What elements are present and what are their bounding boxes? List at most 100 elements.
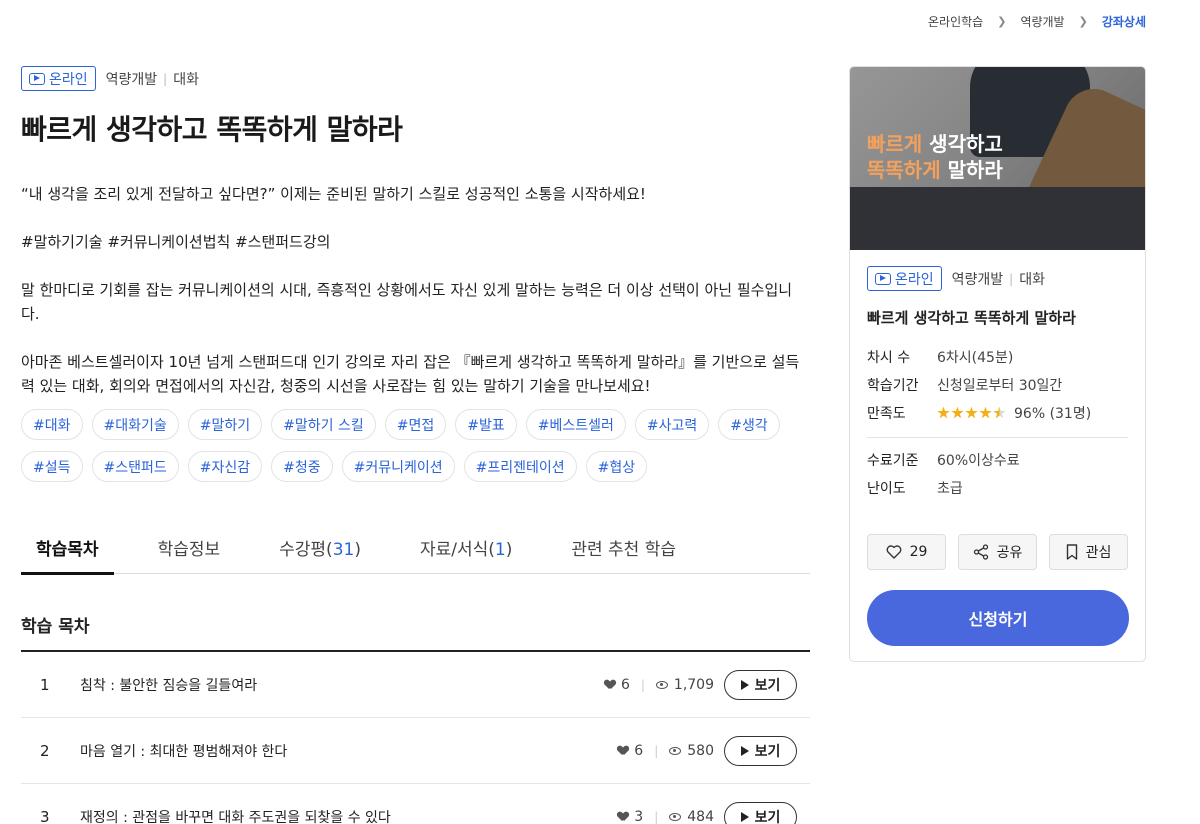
tag-chip[interactable]: #대화 (21, 409, 83, 440)
tab-label-suffix: ) (505, 540, 513, 560)
rating-value: 96% (31명) (1014, 406, 1092, 422)
share-label: 공유 (996, 545, 1023, 561)
tag-chip[interactable]: #스탠퍼드 (91, 451, 179, 482)
tag-chip[interactable]: #협상 (585, 451, 648, 482)
tag-chip[interactable]: #말하기 스킬 (271, 409, 376, 440)
toc-row: 1 침착 : 불안한 짐승을 길들여라 6 | 1,709 보기 (21, 652, 810, 718)
online-badge: 온라인 (867, 266, 942, 291)
description-paragraph: 아마존 베스트셀러이자 10년 넘게 스탠퍼드대 인기 강의로 자리 잡은 『빠… (21, 353, 800, 395)
share-icon (973, 544, 988, 560)
tab-materials[interactable]: 자료/서식(1) (405, 527, 527, 574)
share-button[interactable]: 공유 (958, 534, 1037, 570)
card-meta: 온라인 역량개발 | 대화 (867, 266, 1128, 291)
view-button-label: 보기 (754, 677, 781, 694)
divider: | (654, 809, 659, 824)
tag-chip[interactable]: #사고력 (634, 409, 710, 440)
view-count: 1,709 (673, 676, 714, 693)
tab-count: 31 (332, 540, 355, 560)
bookmark-button[interactable]: 관심 (1049, 534, 1128, 570)
breadcrumb: 온라인학습 ❯ 역량개발 ❯ 강좌상세 (928, 13, 1146, 30)
star-icon (937, 406, 950, 419)
tag-chip[interactable]: #커뮤니케이션 (341, 451, 455, 482)
info-value: 96% (31명) (937, 403, 1091, 423)
tab-count: 1 (494, 540, 506, 560)
tag-list: #대화 #대화기술 #말하기 #말하기 스킬 #면접 #발표 #베스트셀러 #사… (21, 409, 810, 482)
online-badge-label: 온라인 (49, 71, 88, 88)
chevron-right-icon: ❯ (997, 15, 1007, 28)
tag-chip[interactable]: #베스트셀러 (525, 409, 626, 440)
rating-stars (937, 406, 1006, 420)
tag-chip[interactable]: #프리젠테이션 (463, 451, 577, 482)
video-play-icon (29, 72, 45, 85)
tag-chip[interactable]: #자신감 (187, 451, 263, 482)
toc-title: 학습 목차 (21, 617, 90, 637)
like-count: 6 (620, 676, 630, 693)
course-thumbnail: 빠르게 생각하고 똑똑하게 말하라 (850, 67, 1145, 250)
tab-reviews[interactable]: 수강평(31) (264, 527, 376, 574)
card-subcategory: 대화 (1019, 271, 1045, 288)
breadcrumb-item-online[interactable]: 온라인학습 (928, 13, 983, 30)
tag-chip[interactable]: #설득 (21, 451, 83, 482)
tag-chip[interactable]: #면접 (384, 409, 447, 440)
bookmark-icon (1066, 544, 1077, 560)
view-button-label: 보기 (754, 809, 781, 824)
bookmark-label: 관심 (1085, 545, 1112, 561)
divider: | (640, 677, 645, 692)
toc-row: 3 재정의 : 관점을 바꾸면 대화 주도권을 되찾을 수 있다 3 | 484… (21, 784, 810, 824)
view-button-label: 보기 (754, 743, 781, 760)
tag-chip[interactable]: #말하기 (187, 409, 263, 440)
view-count: 580 (687, 742, 714, 759)
toc-views: 1,709 (655, 676, 714, 693)
page-title: 빠르게 생각하고 똑똑하게 말하라 (21, 113, 403, 146)
description-paragraph: “내 생각을 조리 있게 전달하고 싶다면?” 이제는 준비된 말하기 스킬로 … (21, 185, 646, 203)
heart-icon (605, 680, 615, 690)
thumbnail-title-text: 생각하고 (922, 132, 1003, 156)
toc-number: 1 (40, 675, 50, 694)
toc-views: 484 (669, 809, 714, 824)
online-badge-label: 온라인 (895, 271, 934, 288)
thumbnail-title-highlight: 빠르게 (867, 132, 923, 156)
view-button[interactable]: 보기 (724, 801, 797, 824)
toc-name: 침착 : 불안한 짐승을 길들여라 (80, 677, 258, 694)
view-button[interactable]: 보기 (724, 735, 797, 766)
card-actions: 29 공유 관심 (867, 534, 1128, 570)
thumbnail-title-highlight: 똑똑하게 (867, 158, 941, 182)
info-row-level: 난이도 초급 (867, 474, 1128, 502)
toc-number: 3 (40, 807, 50, 824)
toc-likes: 6 (605, 677, 630, 693)
divider: | (163, 71, 168, 86)
tab-info[interactable]: 학습정보 (143, 527, 236, 574)
course-description: “내 생각을 조리 있게 전달하고 싶다면?” 이제는 준비된 말하기 스킬로 … (21, 182, 810, 422)
tab-label: 수강평( (279, 540, 333, 560)
apply-button[interactable]: 신청하기 (867, 590, 1129, 646)
play-icon (740, 679, 749, 690)
description-paragraph: #말하기기술 #커뮤니케이션법칙 #스탠퍼드강의 (21, 233, 331, 251)
play-icon (740, 811, 749, 822)
toc-list: 1 침착 : 불안한 짐승을 길들여라 6 | 1,709 보기 2 마음 열기… (21, 650, 810, 824)
breadcrumb-item-competency[interactable]: 역량개발 (1020, 13, 1064, 30)
course-info: 차시 수 6차시(45분) 학습기간 신청일로부터 30일간 만족도 96% (… (867, 343, 1128, 502)
info-value: 신청일로부터 30일간 (937, 378, 1063, 394)
tab-contents[interactable]: 학습목차 (21, 527, 114, 575)
star-icon (951, 406, 964, 419)
info-label: 수료기준 (867, 453, 919, 469)
tag-chip[interactable]: #생각 (718, 409, 780, 440)
info-label: 난이도 (867, 481, 906, 497)
tab-label: 자료/서식( (419, 540, 495, 560)
tag-chip[interactable]: #청중 (271, 451, 333, 482)
view-button[interactable]: 보기 (724, 669, 797, 700)
tab-label: 학습정보 (157, 540, 221, 560)
info-label: 만족도 (867, 406, 906, 422)
star-icon (979, 406, 992, 419)
tag-chip[interactable]: #발표 (455, 409, 517, 440)
play-icon (740, 745, 749, 756)
breadcrumb-current: 강좌상세 (1101, 15, 1146, 29)
card-body: 온라인 역량개발 | 대화 빠르게 생각하고 똑똑하게 말하라 차시 수 6차시… (850, 250, 1145, 646)
info-value: 6차시(45분) (937, 350, 1014, 366)
tab-recommended[interactable]: 관련 추천 학습 (556, 527, 691, 574)
like-button[interactable]: 29 (867, 534, 946, 570)
tab-label-suffix: ) (354, 540, 361, 560)
tag-chip[interactable]: #대화기술 (91, 409, 179, 440)
toc-name: 마음 열기 : 최대한 평범해져야 한다 (80, 743, 288, 760)
toc-views: 580 (669, 743, 714, 759)
